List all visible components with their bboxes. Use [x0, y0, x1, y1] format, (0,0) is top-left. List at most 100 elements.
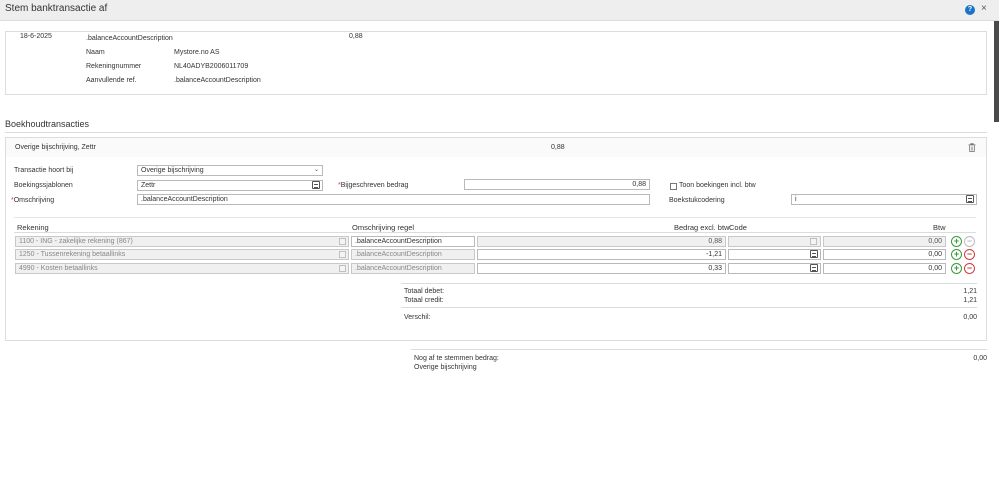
row-description-value: .balanceAccountDescription — [355, 265, 442, 272]
description-label: *Omschrijving — [11, 197, 54, 204]
table-header-divider-top — [14, 217, 976, 218]
booking-card-title: Overige bijschrijving, Zettr — [15, 144, 96, 151]
column-header-description: Omschrijving regel — [352, 223, 415, 232]
trash-icon[interactable] — [968, 143, 976, 152]
row-description-value: .balanceAccountDescription — [355, 238, 442, 245]
credited-amount-label: *Bijgeschreven bedrag — [338, 182, 408, 189]
credited-amount-label-text: Bijgeschreven bedrag — [340, 182, 409, 189]
add-row-button[interactable]: + — [951, 263, 962, 274]
add-row-button[interactable]: + — [951, 236, 962, 247]
document-code-label: Boekstukcodering — [669, 197, 725, 204]
template-input[interactable]: Zettr — [137, 180, 323, 191]
detail-value-additional-ref: .balanceAccountDescription — [174, 77, 261, 84]
row-account-input: 1250 - Tussenrekening betaallinks — [15, 249, 349, 260]
code-lookup-icon[interactable] — [810, 250, 818, 258]
transaction-type-value: Overige bijschrijving — [141, 167, 204, 174]
dialog-title: Stem banktransactie af — [5, 3, 108, 14]
row-account-input: 1100 - ING - zakelijke rekening (867) — [15, 236, 349, 247]
row-vat-input[interactable]: 0,00 — [823, 263, 946, 274]
add-row-button[interactable]: + — [951, 249, 962, 260]
section-heading: Boekhoudtransacties — [5, 119, 90, 129]
detail-value-name: Mystore.no AS — [174, 49, 220, 56]
scrollbar[interactable] — [994, 21, 999, 122]
remaining-value: 0,00 — [973, 355, 987, 362]
transaction-date: 18-6-2025 — [20, 33, 52, 40]
row-vat-value: 0,00 — [928, 238, 942, 245]
row-account-value: 1100 - ING - zakelijke rekening (867) — [19, 238, 133, 245]
row-vat-input[interactable]: 0,00 — [823, 249, 946, 260]
row-amount-input[interactable]: -1,21 — [477, 249, 726, 260]
template-value: Zettr — [141, 182, 156, 189]
column-header-vat: Btw — [933, 223, 946, 232]
credited-amount-input[interactable]: 0,88 — [464, 179, 650, 190]
column-header-account: Rekening — [17, 223, 49, 232]
detail-label-account-number: Rekeningnummer — [86, 63, 142, 70]
dialog-titlebar: Stem banktransactie af ? × — [0, 0, 999, 21]
total-debit-value: 1,21 — [963, 288, 977, 295]
code-lookup-icon[interactable] — [810, 264, 818, 272]
description-value: .balanceAccountDescription — [141, 196, 228, 203]
help-icon[interactable]: ? — [965, 5, 975, 15]
column-header-amount: Bedrag excl. btw — [674, 223, 730, 232]
row-amount-value: 0,33 — [708, 265, 722, 272]
account-lookup-icon — [339, 251, 346, 258]
section-divider — [5, 132, 987, 133]
table-header-divider — [14, 232, 976, 233]
transaction-amount: 0,88 — [349, 33, 363, 40]
remove-row-button[interactable]: − — [964, 263, 975, 274]
totals-divider-bottom — [401, 307, 977, 308]
booking-card-amount: 0,88 — [551, 144, 565, 151]
row-description-input[interactable]: .balanceAccountDescription — [351, 236, 475, 247]
document-code-value: i — [795, 196, 797, 203]
difference-label: Verschil: — [404, 314, 431, 321]
row-amount-input: 0,88 — [477, 236, 726, 247]
description-label-text: Omschrijving — [13, 197, 55, 204]
row-amount-input[interactable]: 0,33 — [477, 263, 726, 274]
bank-transaction-panel: 18-6-2025 .balanceAccountDescription 0,8… — [5, 31, 987, 95]
row-description-input: .balanceAccountDescription — [351, 249, 475, 260]
row-amount-value: 0,88 — [708, 238, 722, 245]
booking-card-header[interactable]: Overige bijschrijving, Zettr 0,88 — [5, 137, 987, 158]
detail-label-additional-ref: Aanvullende ref. — [86, 77, 137, 84]
row-vat-value: 0,00 — [928, 265, 942, 272]
code-lookup-icon — [810, 238, 817, 245]
detail-label-name: Naam — [86, 49, 105, 56]
row-account-value: 4990 - Kosten betaallinks — [19, 265, 98, 272]
row-account-input: 4990 - Kosten betaallinks — [15, 263, 349, 274]
close-icon[interactable]: × — [981, 3, 987, 15]
total-credit-label: Totaal credit: — [404, 297, 444, 304]
template-label: Boekingssjablonen — [14, 182, 73, 189]
row-account-value: 1250 - Tussenrekening betaallinks — [19, 251, 126, 258]
remaining-label: Nog af te stemmen bedrag: — [414, 355, 499, 362]
transaction-type-select[interactable]: Overige bijschrijving ⌄ — [137, 165, 323, 176]
description-input[interactable]: .balanceAccountDescription — [137, 194, 650, 205]
row-code-input[interactable] — [728, 263, 821, 274]
remove-row-button-disabled: − — [964, 236, 975, 247]
transaction-description: .balanceAccountDescription — [86, 35, 173, 42]
row-description-input: .balanceAccountDescription — [351, 263, 475, 274]
document-code-lookup-icon[interactable] — [966, 195, 974, 203]
template-lookup-icon[interactable] — [312, 181, 320, 189]
row-amount-value: -1,21 — [706, 251, 722, 258]
remaining-type: Overige bijschrijving — [414, 364, 477, 371]
show-vat-label[interactable]: Toon boekingen incl. btw — [679, 182, 756, 189]
document-code-input[interactable]: i — [791, 194, 977, 205]
row-code-input — [728, 236, 821, 247]
column-header-code: Code — [729, 223, 747, 232]
transaction-type-label: Transactie hoort bij — [14, 167, 74, 174]
difference-value: 0,00 — [963, 314, 977, 321]
account-lookup-icon — [339, 265, 346, 272]
chevron-down-icon: ⌄ — [313, 167, 319, 173]
row-code-input[interactable] — [728, 249, 821, 260]
totals-divider-top — [401, 283, 977, 284]
total-credit-value: 1,21 — [963, 297, 977, 304]
detail-value-account-number: NL40ADYB2006011709 — [174, 63, 249, 70]
total-debit-label: Totaal debet: — [404, 288, 445, 295]
remove-row-button[interactable]: − — [964, 249, 975, 260]
row-vat-input: 0,00 — [823, 236, 946, 247]
account-lookup-icon — [339, 238, 346, 245]
credited-amount-value: 0,88 — [632, 181, 646, 188]
show-vat-checkbox[interactable] — [670, 183, 677, 190]
remaining-divider — [411, 349, 987, 350]
row-vat-value: 0,00 — [928, 251, 942, 258]
